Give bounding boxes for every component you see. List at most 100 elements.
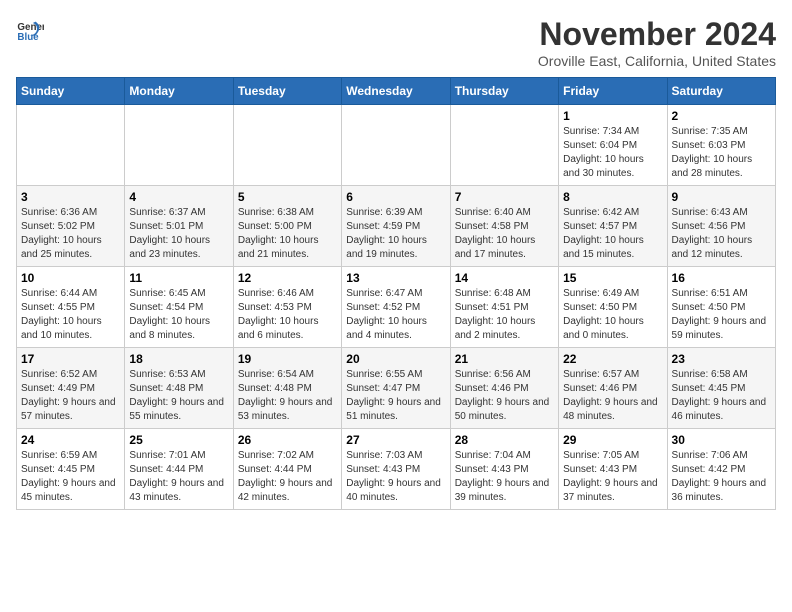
weekday-header-wednesday: Wednesday bbox=[342, 78, 450, 105]
day-info: Sunrise: 6:47 AM Sunset: 4:52 PM Dayligh… bbox=[346, 287, 445, 343]
day-number: 9 bbox=[672, 190, 771, 204]
day-info: Sunrise: 6:56 AM Sunset: 4:46 PM Dayligh… bbox=[455, 368, 554, 424]
day-number: 30 bbox=[672, 433, 771, 447]
day-info: Sunrise: 6:40 AM Sunset: 4:58 PM Dayligh… bbox=[455, 206, 554, 262]
calendar-cell: 1 Sunrise: 7:34 AM Sunset: 6:04 PM Daylig… bbox=[559, 105, 667, 186]
calendar-cell: 2 Sunrise: 7:35 AM Sunset: 6:03 PM Daylig… bbox=[667, 105, 775, 186]
calendar-cell: 4 Sunrise: 6:37 AM Sunset: 5:01 PM Daylig… bbox=[125, 186, 233, 267]
day-number: 3 bbox=[21, 190, 120, 204]
day-info: Sunrise: 6:42 AM Sunset: 4:57 PM Dayligh… bbox=[563, 206, 662, 262]
calendar-cell bbox=[17, 105, 125, 186]
weekday-header-saturday: Saturday bbox=[667, 78, 775, 105]
day-info: Sunrise: 6:59 AM Sunset: 4:45 PM Dayligh… bbox=[21, 449, 120, 505]
day-info: Sunrise: 6:58 AM Sunset: 4:45 PM Dayligh… bbox=[672, 368, 771, 424]
day-number: 14 bbox=[455, 271, 554, 285]
day-info: Sunrise: 7:34 AM Sunset: 6:04 PM Dayligh… bbox=[563, 125, 662, 181]
day-number: 18 bbox=[129, 352, 228, 366]
day-number: 1 bbox=[563, 109, 662, 123]
calendar-cell: 3 Sunrise: 6:36 AM Sunset: 5:02 PM Daylig… bbox=[17, 186, 125, 267]
day-number: 25 bbox=[129, 433, 228, 447]
calendar-cell: 21 Sunrise: 6:56 AM Sunset: 4:46 PM Dayli… bbox=[450, 348, 558, 429]
day-number: 24 bbox=[21, 433, 120, 447]
day-number: 5 bbox=[238, 190, 337, 204]
weekday-header-friday: Friday bbox=[559, 78, 667, 105]
day-number: 4 bbox=[129, 190, 228, 204]
calendar-cell: 27 Sunrise: 7:03 AM Sunset: 4:43 PM Dayli… bbox=[342, 429, 450, 510]
day-number: 28 bbox=[455, 433, 554, 447]
day-info: Sunrise: 7:02 AM Sunset: 4:44 PM Dayligh… bbox=[238, 449, 337, 505]
day-number: 6 bbox=[346, 190, 445, 204]
day-number: 16 bbox=[672, 271, 771, 285]
day-number: 2 bbox=[672, 109, 771, 123]
calendar-cell: 6 Sunrise: 6:39 AM Sunset: 4:59 PM Daylig… bbox=[342, 186, 450, 267]
day-info: Sunrise: 7:35 AM Sunset: 6:03 PM Dayligh… bbox=[672, 125, 771, 181]
logo: General Blue bbox=[16, 16, 44, 44]
day-number: 13 bbox=[346, 271, 445, 285]
day-info: Sunrise: 7:06 AM Sunset: 4:42 PM Dayligh… bbox=[672, 449, 771, 505]
calendar-cell: 9 Sunrise: 6:43 AM Sunset: 4:56 PM Daylig… bbox=[667, 186, 775, 267]
calendar-cell: 19 Sunrise: 6:54 AM Sunset: 4:48 PM Dayli… bbox=[233, 348, 341, 429]
calendar-week-2: 10 Sunrise: 6:44 AM Sunset: 4:55 PM Dayli… bbox=[17, 267, 776, 348]
day-number: 10 bbox=[21, 271, 120, 285]
calendar-cell: 30 Sunrise: 7:06 AM Sunset: 4:42 PM Dayli… bbox=[667, 429, 775, 510]
title-area: November 2024 Oroville East, California,… bbox=[538, 16, 776, 69]
calendar-week-1: 3 Sunrise: 6:36 AM Sunset: 5:02 PM Daylig… bbox=[17, 186, 776, 267]
day-number: 20 bbox=[346, 352, 445, 366]
day-info: Sunrise: 7:03 AM Sunset: 4:43 PM Dayligh… bbox=[346, 449, 445, 505]
day-number: 15 bbox=[563, 271, 662, 285]
weekday-header-thursday: Thursday bbox=[450, 78, 558, 105]
day-info: Sunrise: 6:48 AM Sunset: 4:51 PM Dayligh… bbox=[455, 287, 554, 343]
calendar-cell: 22 Sunrise: 6:57 AM Sunset: 4:46 PM Dayli… bbox=[559, 348, 667, 429]
calendar-cell: 17 Sunrise: 6:52 AM Sunset: 4:49 PM Dayli… bbox=[17, 348, 125, 429]
calendar-week-3: 17 Sunrise: 6:52 AM Sunset: 4:49 PM Dayli… bbox=[17, 348, 776, 429]
day-info: Sunrise: 7:01 AM Sunset: 4:44 PM Dayligh… bbox=[129, 449, 228, 505]
calendar-cell: 13 Sunrise: 6:47 AM Sunset: 4:52 PM Dayli… bbox=[342, 267, 450, 348]
calendar-cell: 29Sunrise: 7:05 AM Sunset: 4:43 PM Dayli… bbox=[559, 429, 667, 510]
day-number: 26 bbox=[238, 433, 337, 447]
calendar-cell bbox=[125, 105, 233, 186]
day-info: Sunrise: 6:55 AM Sunset: 4:47 PM Dayligh… bbox=[346, 368, 445, 424]
day-number: 11 bbox=[129, 271, 228, 285]
calendar-cell: 10 Sunrise: 6:44 AM Sunset: 4:55 PM Dayli… bbox=[17, 267, 125, 348]
calendar-cell: 28Sunrise: 7:04 AM Sunset: 4:43 PM Dayli… bbox=[450, 429, 558, 510]
day-number: 17 bbox=[21, 352, 120, 366]
day-info: Sunrise: 6:49 AM Sunset: 4:50 PM Dayligh… bbox=[563, 287, 662, 343]
day-info: Sunrise: 6:52 AM Sunset: 4:49 PM Dayligh… bbox=[21, 368, 120, 424]
day-info: Sunrise: 6:39 AM Sunset: 4:59 PM Dayligh… bbox=[346, 206, 445, 262]
day-info: Sunrise: 6:54 AM Sunset: 4:48 PM Dayligh… bbox=[238, 368, 337, 424]
day-number: 21 bbox=[455, 352, 554, 366]
day-info: Sunrise: 6:37 AM Sunset: 5:01 PM Dayligh… bbox=[129, 206, 228, 262]
calendar-cell bbox=[342, 105, 450, 186]
day-info: Sunrise: 6:57 AM Sunset: 4:46 PM Dayligh… bbox=[563, 368, 662, 424]
day-number: 7 bbox=[455, 190, 554, 204]
calendar-cell: 25 Sunrise: 7:01 AM Sunset: 4:44 PM Dayli… bbox=[125, 429, 233, 510]
day-info: Sunrise: 6:46 AM Sunset: 4:53 PM Dayligh… bbox=[238, 287, 337, 343]
calendar-cell: 16 Sunrise: 6:51 AM Sunset: 4:50 PM Dayli… bbox=[667, 267, 775, 348]
header: General Blue November 2024 Oroville East… bbox=[16, 16, 776, 69]
day-info: Sunrise: 6:36 AM Sunset: 5:02 PM Dayligh… bbox=[21, 206, 120, 262]
day-info: Sunrise: 6:44 AM Sunset: 4:55 PM Dayligh… bbox=[21, 287, 120, 343]
calendar-cell: 5 Sunrise: 6:38 AM Sunset: 5:00 PM Daylig… bbox=[233, 186, 341, 267]
calendar-cell: 15 Sunrise: 6:49 AM Sunset: 4:50 PM Dayli… bbox=[559, 267, 667, 348]
calendar-cell bbox=[233, 105, 341, 186]
calendar-cell: 12Sunrise: 6:46 AM Sunset: 4:53 PM Dayli… bbox=[233, 267, 341, 348]
calendar-cell bbox=[450, 105, 558, 186]
day-info: Sunrise: 6:43 AM Sunset: 4:56 PM Dayligh… bbox=[672, 206, 771, 262]
day-info: Sunrise: 6:45 AM Sunset: 4:54 PM Dayligh… bbox=[129, 287, 228, 343]
day-info: Sunrise: 7:05 AM Sunset: 4:43 PM Dayligh… bbox=[563, 449, 662, 505]
logo-icon: General Blue bbox=[16, 16, 44, 44]
calendar-cell: 7 Sunrise: 6:40 AM Sunset: 4:58 PM Daylig… bbox=[450, 186, 558, 267]
calendar-cell: 8Sunrise: 6:42 AM Sunset: 4:57 PM Daylig… bbox=[559, 186, 667, 267]
month-title: November 2024 bbox=[538, 16, 776, 53]
calendar-cell: 24 Sunrise: 6:59 AM Sunset: 4:45 PM Dayli… bbox=[17, 429, 125, 510]
day-number: 19 bbox=[238, 352, 337, 366]
calendar-week-0: 1 Sunrise: 7:34 AM Sunset: 6:04 PM Daylig… bbox=[17, 105, 776, 186]
day-number: 27 bbox=[346, 433, 445, 447]
day-info: Sunrise: 6:51 AM Sunset: 4:50 PM Dayligh… bbox=[672, 287, 771, 343]
subtitle: Oroville East, California, United States bbox=[538, 53, 776, 69]
calendar-cell: 14 Sunrise: 6:48 AM Sunset: 4:51 PM Dayli… bbox=[450, 267, 558, 348]
weekday-header-tuesday: Tuesday bbox=[233, 78, 341, 105]
day-info: Sunrise: 6:53 AM Sunset: 4:48 PM Dayligh… bbox=[129, 368, 228, 424]
day-number: 22 bbox=[563, 352, 662, 366]
day-info: Sunrise: 6:38 AM Sunset: 5:00 PM Dayligh… bbox=[238, 206, 337, 262]
